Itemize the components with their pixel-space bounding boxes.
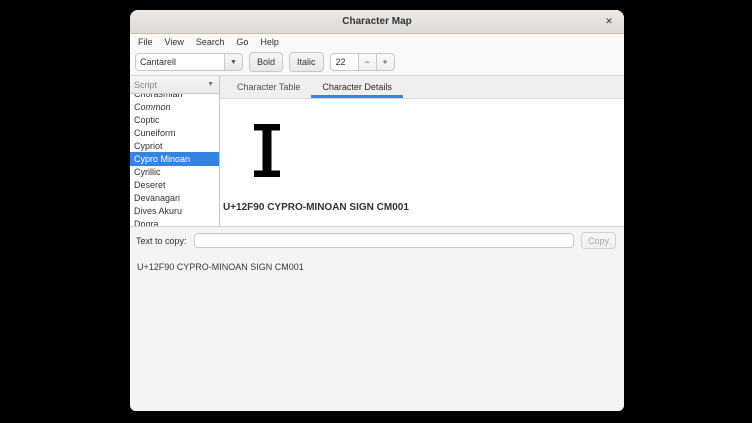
script-item-cypro-minoan[interactable]: Cypro Minoan xyxy=(130,152,219,165)
font-combo[interactable]: Cantarell ▼ xyxy=(135,53,243,71)
script-item-dives-akuru[interactable]: Dives Akuru xyxy=(130,205,219,218)
close-icon[interactable]: ✕ xyxy=(601,13,617,29)
copybar: Text to copy: Copy xyxy=(130,226,624,255)
script-item-dogra[interactable]: Dogra xyxy=(130,218,219,226)
menu-file[interactable]: File xyxy=(132,36,159,48)
script-dropdown[interactable]: Script ▼ xyxy=(130,76,219,94)
tabbar: Character Table Character Details xyxy=(220,76,624,99)
character-title: U+12F90 CYPRO-MINOAN SIGN CM001 xyxy=(223,202,618,213)
content-column: Character Table Character Details U+12F9… xyxy=(220,76,624,226)
menu-go[interactable]: Go xyxy=(230,36,254,48)
font-size-entry[interactable]: 22 xyxy=(330,53,359,71)
decrease-size-button[interactable]: − xyxy=(359,53,377,71)
toolbar: Cantarell ▼ Bold Italic 22 − + xyxy=(130,49,624,76)
script-list: Chorasmian Common Coptic Cuneiform Cypri… xyxy=(130,94,219,226)
script-item-devanagari[interactable]: Devanagari xyxy=(130,192,219,205)
italic-button[interactable]: Italic xyxy=(289,52,324,72)
menu-help[interactable]: Help xyxy=(254,36,285,48)
script-item-cypriot[interactable]: Cypriot xyxy=(130,139,219,152)
chevron-down-icon[interactable]: ▼ xyxy=(224,53,243,71)
font-size-stepper: 22 − + xyxy=(330,53,395,71)
statusbar: U+12F90 CYPRO-MINOAN SIGN CM001 xyxy=(130,255,624,412)
text-to-copy-label: Text to copy: xyxy=(136,236,187,246)
script-item-cyrillic[interactable]: Cyrillic xyxy=(130,166,219,179)
character-details-panel: U+12F90 CYPRO-MINOAN SIGN CM001 General … xyxy=(220,99,624,226)
script-sidebar: Script ▼ Chorasmian Common Coptic Cuneif… xyxy=(130,76,220,226)
main-area: Script ▼ Chorasmian Common Coptic Cuneif… xyxy=(130,76,624,226)
tab-character-table[interactable]: Character Table xyxy=(226,76,311,98)
script-item-deseret[interactable]: Deseret xyxy=(130,179,219,192)
text-to-copy-input[interactable] xyxy=(194,233,574,248)
copy-button[interactable]: Copy xyxy=(581,232,616,249)
bold-button[interactable]: Bold xyxy=(249,52,283,72)
menubar: File View Search Go Help xyxy=(130,34,624,49)
statusbar-text: U+12F90 CYPRO-MINOAN SIGN CM001 xyxy=(137,262,304,272)
font-name-entry[interactable]: Cantarell xyxy=(135,53,224,71)
increase-size-button[interactable]: + xyxy=(377,53,395,71)
titlebar[interactable]: Character Map ✕ xyxy=(130,10,624,34)
menu-view[interactable]: View xyxy=(159,36,190,48)
menu-search[interactable]: Search xyxy=(190,36,231,48)
tab-character-details[interactable]: Character Details xyxy=(311,76,403,98)
script-item-common[interactable]: Common xyxy=(130,100,219,113)
chevron-down-icon: ▼ xyxy=(207,81,214,88)
window-title: Character Map xyxy=(342,16,411,27)
character-map-window: Character Map ✕ File View Search Go Help… xyxy=(130,10,624,411)
script-item-coptic[interactable]: Coptic xyxy=(130,113,219,126)
character-glyph xyxy=(254,124,280,177)
script-item-cuneiform[interactable]: Cuneiform xyxy=(130,126,219,139)
script-dropdown-label: Script xyxy=(134,80,157,90)
